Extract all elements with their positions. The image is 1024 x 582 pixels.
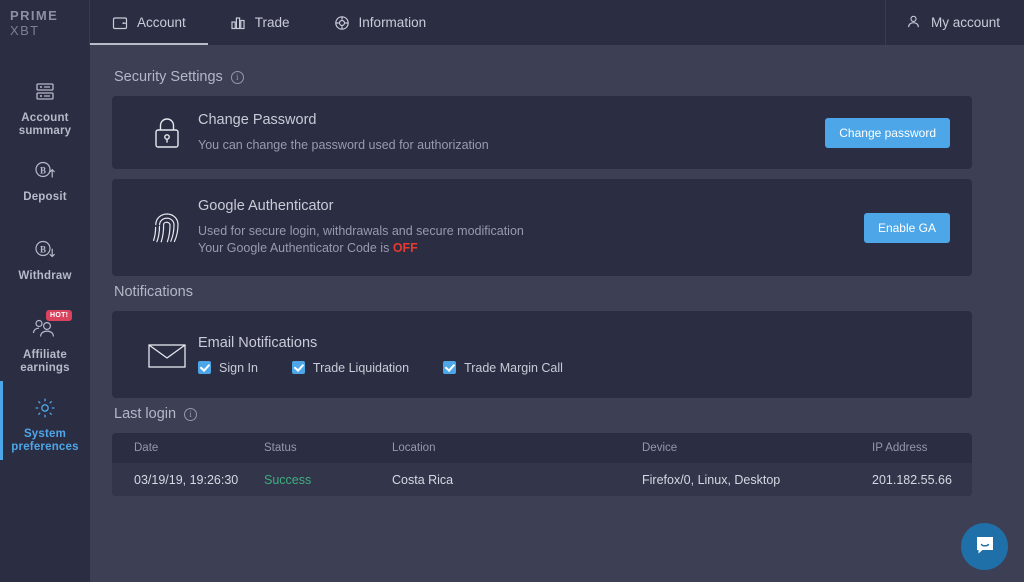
logo-text: PRIME XBT (10, 8, 89, 38)
change-password-desc: You can change the password used for aut… (198, 137, 489, 152)
email-notifications-card: Email Notifications Sign In Trade Liquid… (112, 311, 972, 398)
column-header-status: Status (264, 442, 297, 454)
enable-ga-button[interactable]: Enable GA (863, 212, 950, 243)
fingerprint-icon (136, 206, 198, 250)
checkbox-checked-icon[interactable] (198, 361, 211, 374)
change-password-button[interactable]: Change password (825, 117, 950, 148)
bitcoin-down-icon: B (32, 237, 58, 263)
sidebar-item-affiliate-earnings[interactable]: HOT! Affiliate earnings (0, 302, 90, 381)
sidebar-item-account-summary[interactable]: Account summary (0, 65, 90, 144)
ga-status-badge: OFF (392, 241, 418, 255)
sidebar-item-deposit[interactable]: B Deposit (0, 144, 90, 223)
ga-desc-line1: Used for secure login, withdrawals and s… (198, 224, 524, 238)
notifications-title: Notifications (114, 284, 972, 300)
google-authenticator-desc: Used for secure login, withdrawals and s… (198, 223, 864, 257)
sidebar-item-deposit-label: Deposit (23, 191, 67, 203)
info-icon[interactable]: i (230, 70, 244, 84)
lock-icon (136, 114, 198, 152)
sidebar-item-system-preferences-label: System preferences (11, 428, 79, 453)
cell-device: Firefox/0, Linux, Desktop (642, 472, 781, 487)
svg-text:B: B (40, 245, 46, 255)
ga-status-line: Your Google Authenticator Code is OFF (198, 240, 864, 257)
sidebar-item-withdraw-label: Withdraw (18, 270, 72, 282)
main-content: Security Settings i Change Password You … (90, 45, 1024, 582)
chat-launcher-button[interactable] (961, 523, 1008, 570)
nav-tab-trade-label: Trade (254, 15, 290, 30)
sidebar-item-withdraw[interactable]: B Withdraw (0, 223, 90, 302)
change-password-title: Change Password (198, 111, 317, 128)
security-settings-title: Security Settings i (114, 69, 972, 85)
nav-tab-account-label: Account (137, 15, 186, 30)
checkbox-checked-icon[interactable] (443, 361, 457, 374)
info-wheel-icon (334, 15, 350, 31)
cell-ip-address: 201.182.55.66 (872, 472, 952, 487)
notifications-title-text: Notifications (114, 284, 193, 300)
ga-status-prefix: Your Google Authenticator Code is (198, 241, 393, 255)
last-login-table: Date Status Location Device IP Address 0… (112, 433, 972, 496)
logo-prime: PRIME (10, 7, 59, 23)
checkbox-sign-in-label: Sign In (219, 360, 258, 375)
checkbox-sign-in[interactable]: Sign In (198, 361, 258, 375)
chat-bubble-icon (973, 533, 997, 560)
cell-status: Success (264, 472, 312, 487)
checkbox-trade-liquidation-label: Trade Liquidation (312, 360, 410, 375)
security-settings-title-text: Security Settings (114, 69, 223, 85)
sidebar-item-system-preferences[interactable]: System preferences (0, 381, 90, 460)
nav-tab-information[interactable]: Information (312, 0, 449, 45)
info-icon[interactable]: i (184, 407, 198, 421)
change-password-card: Change Password You can change the passw… (112, 96, 972, 169)
brand-logo[interactable]: PRIME XBT (0, 0, 90, 45)
bitcoin-up-icon: B (32, 158, 58, 184)
table-row: 03/19/19, 19:26:30 Success Costa Rica Fi… (112, 463, 972, 496)
checkbox-trade-margin-call[interactable]: Trade Margin Call (443, 361, 563, 375)
my-account-button[interactable]: My account (884, 0, 1024, 45)
google-authenticator-body: Google Authenticator Used for secure log… (198, 198, 864, 257)
svg-text:B: B (40, 166, 46, 176)
hot-badge: HOT! (46, 310, 73, 321)
sidebar-item-account-summary-label: Account summary (18, 112, 72, 137)
nav-tab-information-label: Information (358, 15, 427, 30)
column-header-location: Location (392, 442, 436, 454)
checkbox-trade-margin-call-label: Trade Margin Call (464, 360, 563, 375)
server-icon (33, 79, 57, 105)
change-password-body: Change Password You can change the passw… (198, 112, 825, 154)
main-nav: Account Trade Information (90, 0, 885, 45)
cell-location: Costa Rica (392, 472, 454, 487)
google-authenticator-card: Google Authenticator Used for secure log… (112, 179, 972, 276)
users-icon: HOT! (30, 310, 73, 342)
my-account-label: My account (930, 15, 1000, 30)
top-header: PRIME XBT Account Trade Information My a… (0, 0, 1024, 45)
logo-xbt: XBT (10, 22, 40, 38)
column-header-date: Date (134, 442, 159, 454)
nav-tab-trade[interactable]: Trade (208, 0, 312, 45)
person-icon (906, 14, 921, 32)
wallet-icon (112, 15, 128, 31)
gear-icon (33, 395, 57, 421)
envelope-icon (136, 339, 198, 371)
cell-date: 03/19/19, 19:26:30 (134, 472, 239, 487)
column-header-device: Device (642, 442, 678, 454)
left-sidebar: Account summary B Deposit B Withdraw HOT… (0, 45, 90, 582)
column-header-ip-address: IP Address (872, 442, 928, 454)
google-authenticator-title: Google Authenticator (198, 198, 334, 214)
checkbox-checked-icon[interactable] (291, 361, 305, 374)
sidebar-item-affiliate-earnings-label: Affiliate earnings (20, 349, 70, 374)
last-login-title: Last login i (114, 406, 972, 422)
email-notifications-title: Email Notifications (198, 334, 318, 351)
bar-chart-icon (230, 15, 246, 31)
checkbox-trade-liquidation[interactable]: Trade Liquidation (291, 360, 410, 375)
email-notification-options: Sign In Trade Liquidation Trade Margin C… (198, 361, 950, 375)
email-notifications-body: Email Notifications Sign In Trade Liquid… (198, 335, 950, 375)
table-header-row: Date Status Location Device IP Address (112, 433, 972, 463)
last-login-title-text: Last login (114, 406, 177, 422)
nav-tab-account[interactable]: Account (90, 0, 208, 45)
